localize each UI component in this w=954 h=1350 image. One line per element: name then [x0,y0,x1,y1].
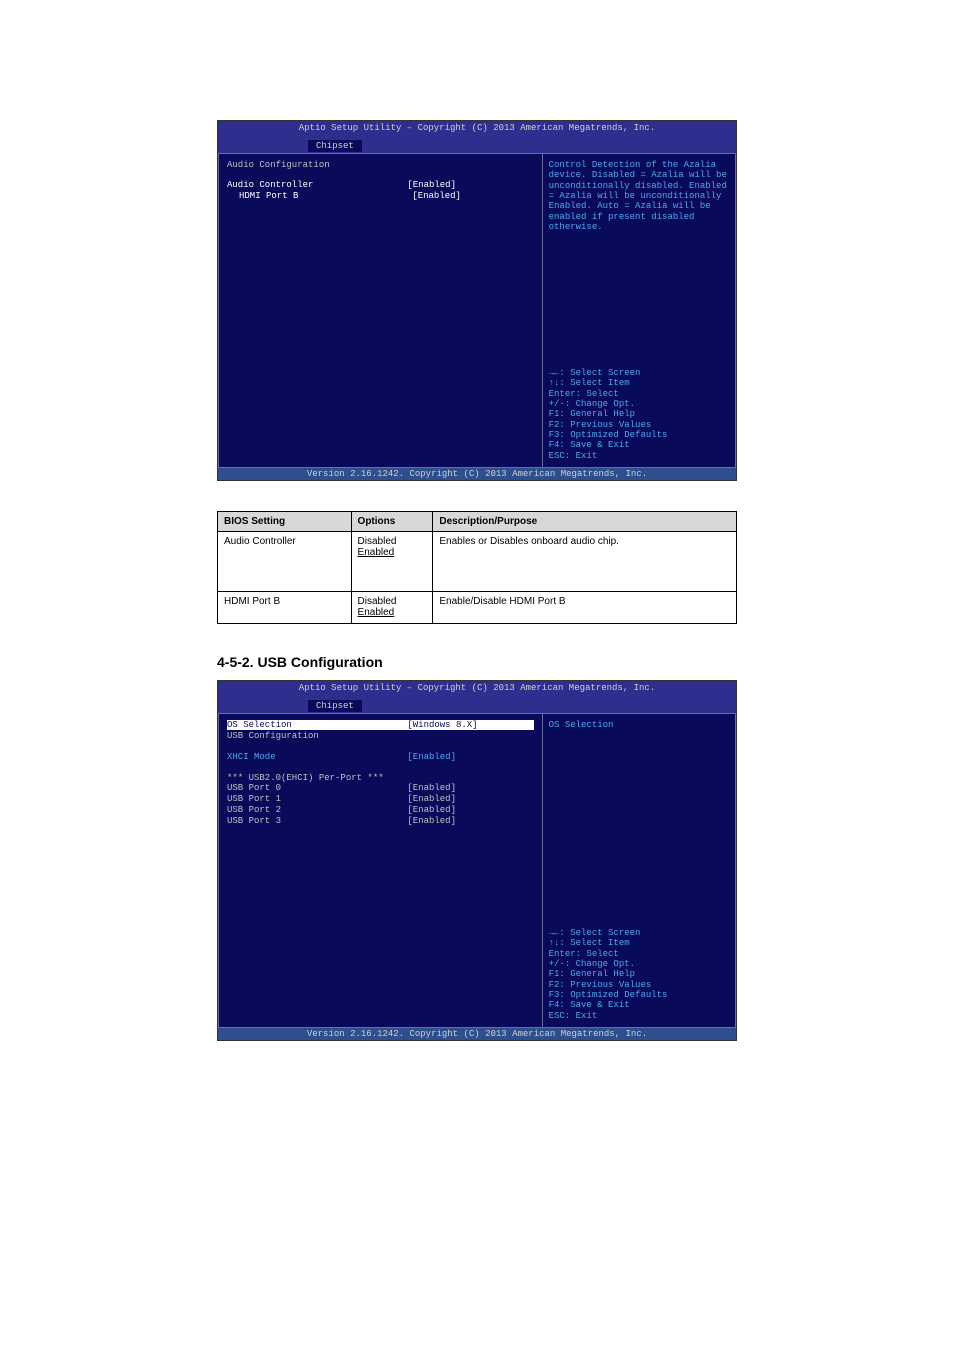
setting-row[interactable]: Audio Controller [Enabled] [227,180,534,190]
setting-value: [Enabled] [407,752,533,762]
bios-help-pane: Control Detection of the Azalia device. … [542,153,736,468]
bios-audio-config: Aptio Setup Utility – Copyright (C) 2013… [217,120,737,481]
setting-row[interactable]: USB Port 2 [Enabled] [227,805,534,815]
section-heading: 4-5-2. USB Configuration [217,654,737,670]
bios-title: Aptio Setup Utility – Copyright (C) 2013… [218,681,736,695]
setting-label: XHCI Mode [227,752,407,762]
nav-line: F2: Previous Values [549,420,729,430]
setting-value: [Windows 8.X] [407,720,533,730]
td-options: Disabled Enabled [351,532,433,592]
bios-help-pane: OS Selection →←: Select Screen ↑↓: Selec… [542,713,736,1028]
setting-row[interactable]: USB Port 0 [Enabled] [227,783,534,793]
bios-main-pane: Audio Configuration Audio Controller [En… [218,153,542,468]
setting-row[interactable]: USB Port 1 [Enabled] [227,794,534,804]
bios-main-pane: OS Selection [Windows 8.X] USB Configura… [218,713,542,1028]
nav-line: Enter: Select [549,389,729,399]
sub-header: *** USB2.0(EHCI) Per-Port *** [227,773,534,783]
setting-label: USB Port 0 [227,783,407,793]
td-setting: HDMI Port B [218,592,352,624]
nav-line: +/-: Change Opt. [549,399,729,409]
nav-line: Enter: Select [549,949,729,959]
nav-line: F3: Optimized Defaults [549,430,729,440]
setting-label: OS Selection [227,720,407,730]
nav-help: →←: Select Screen ↑↓: Select Item Enter:… [549,928,729,1021]
setting-value: [Enabled] [407,794,533,804]
section-header: Audio Configuration [227,160,534,170]
setting-row[interactable]: XHCI Mode [Enabled] [227,752,534,762]
nav-line: F1: General Help [549,409,729,419]
nav-line: →←: Select Screen [549,928,729,938]
bios-tab-row: Chipset [218,135,736,153]
setting-label: USB Port 1 [227,794,407,804]
nav-line: F3: Optimized Defaults [549,990,729,1000]
setting-label: USB Port 3 [227,816,407,826]
td-desc: Enable/Disable HDMI Port B [433,592,737,624]
th-options: Options [351,512,433,532]
table-row: Audio Controller Disabled Enabled Enable… [218,532,737,592]
table-header-row: BIOS Setting Options Description/Purpose [218,512,737,532]
bios-body: Audio Configuration Audio Controller [En… [218,153,736,468]
setting-row[interactable]: HDMI Port B [Enabled] [227,191,534,201]
td-options: Disabled Enabled [351,592,433,624]
help-text: Control Detection of the Azalia device. … [549,160,729,232]
bios-footer: Version 2.16.1242. Copyright (C) 2013 Am… [218,1028,736,1040]
nav-line: F1: General Help [549,969,729,979]
th-setting: BIOS Setting [218,512,352,532]
settings-table: BIOS Setting Options Description/Purpose… [217,511,737,624]
setting-label: USB Configuration [227,731,407,741]
bios-body: OS Selection [Windows 8.X] USB Configura… [218,713,736,1028]
setting-label: Audio Controller [227,180,407,190]
setting-label: USB Port 2 [227,805,407,815]
setting-value: [Enabled] [407,805,533,815]
setting-label: HDMI Port B [239,191,412,201]
setting-value: [Enabled] [407,180,533,190]
setting-row[interactable]: USB Port 3 [Enabled] [227,816,534,826]
nav-line: ↑↓: Select Item [549,378,729,388]
help-text: OS Selection [549,720,729,730]
nav-line: →←: Select Screen [549,368,729,378]
bios-tab-row: Chipset [218,695,736,713]
setting-value: [Enabled] [412,191,533,201]
nav-line: ESC: Exit [549,451,729,461]
th-desc: Description/Purpose [433,512,737,532]
nav-line: F2: Previous Values [549,980,729,990]
setting-value: [Enabled] [407,783,533,793]
bios-footer: Version 2.16.1242. Copyright (C) 2013 Am… [218,468,736,480]
nav-line: F4: Save & Exit [549,1000,729,1010]
bios-usb-config: Aptio Setup Utility – Copyright (C) 2013… [217,680,737,1041]
td-setting: Audio Controller [218,532,352,592]
nav-line: ESC: Exit [549,1011,729,1021]
setting-value: [Enabled] [407,816,533,826]
tab-chipset[interactable]: Chipset [308,140,362,152]
td-desc: Enables or Disables onboard audio chip. [433,532,737,592]
nav-line: +/-: Change Opt. [549,959,729,969]
tab-chipset[interactable]: Chipset [308,700,362,712]
bios-title: Aptio Setup Utility – Copyright (C) 2013… [218,121,736,135]
table-row: HDMI Port B Disabled Enabled Enable/Disa… [218,592,737,624]
nav-line: F4: Save & Exit [549,440,729,450]
setting-row-selected[interactable]: OS Selection [Windows 8.X] [227,720,534,730]
setting-value [407,731,533,741]
nav-help: →←: Select Screen ↑↓: Select Item Enter:… [549,368,729,461]
nav-line: ↑↓: Select Item [549,938,729,948]
setting-row: USB Configuration [227,731,534,741]
